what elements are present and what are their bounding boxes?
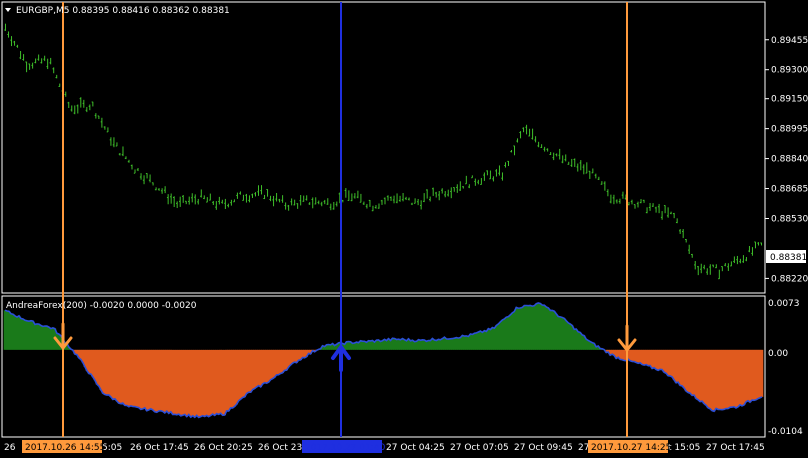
current-price-label: 0.88381 [766, 250, 807, 263]
time-label: 26 [4, 443, 16, 453]
price-tick-label: 0.88220 [771, 274, 808, 284]
indicator-tick-bottom: -0.0104 [768, 427, 803, 437]
price-tick-label: 0.88685 [771, 185, 808, 195]
price-tick-label: 0.88995 [771, 125, 808, 135]
time-label: 26 Oct 23: [258, 443, 305, 453]
time-label: 27 Oct 04:25 [386, 443, 445, 453]
time-highlight-center-text: 2017.10.27 01:40 [305, 443, 386, 453]
price-tick-label: 0.89455 [771, 36, 808, 46]
time-highlight-right-text: 2017.10.27 14:25 [591, 443, 671, 453]
symbol-ohlc-text: EURGBP,M5 0.88395 0.88416 0.88362 0.8838… [16, 6, 230, 16]
trading-chart[interactable]: EURGBP,M5 0.88395 0.88416 0.88362 0.8838… [0, 0, 808, 458]
main-header: EURGBP,M5 0.88395 0.88416 0.88362 0.8838… [5, 6, 230, 16]
price-tick-label: 0.88840 [771, 155, 808, 165]
time-label: 27 Oct 09:45 [514, 443, 573, 453]
time-label: 27 Oct 07:05 [450, 443, 509, 453]
indicator-header-text: AndreaForex(200) -0.0020 0.0000 -0.0020 [6, 301, 197, 311]
time-label: 26 Oct 17:45 [130, 443, 189, 453]
time-label: t 15:05 [668, 443, 700, 453]
price-tick-label: 0.89150 [771, 95, 808, 105]
current-price-text: 0.88381 [770, 253, 807, 263]
time-label: 27 [578, 443, 589, 453]
price-tick-label: 0.89300 [771, 66, 808, 76]
time-label: 27 Oct 17:45 [706, 443, 765, 453]
indicator-tick-zero: 0.00 [768, 349, 788, 359]
price-tick-label: 0.88530 [771, 215, 808, 225]
time-highlight-left-text: 2017.10.26 14:55 [25, 443, 105, 453]
indicator-tick-top: 0.0073 [768, 299, 800, 309]
time-label: 26 Oct 20:25 [194, 443, 253, 453]
